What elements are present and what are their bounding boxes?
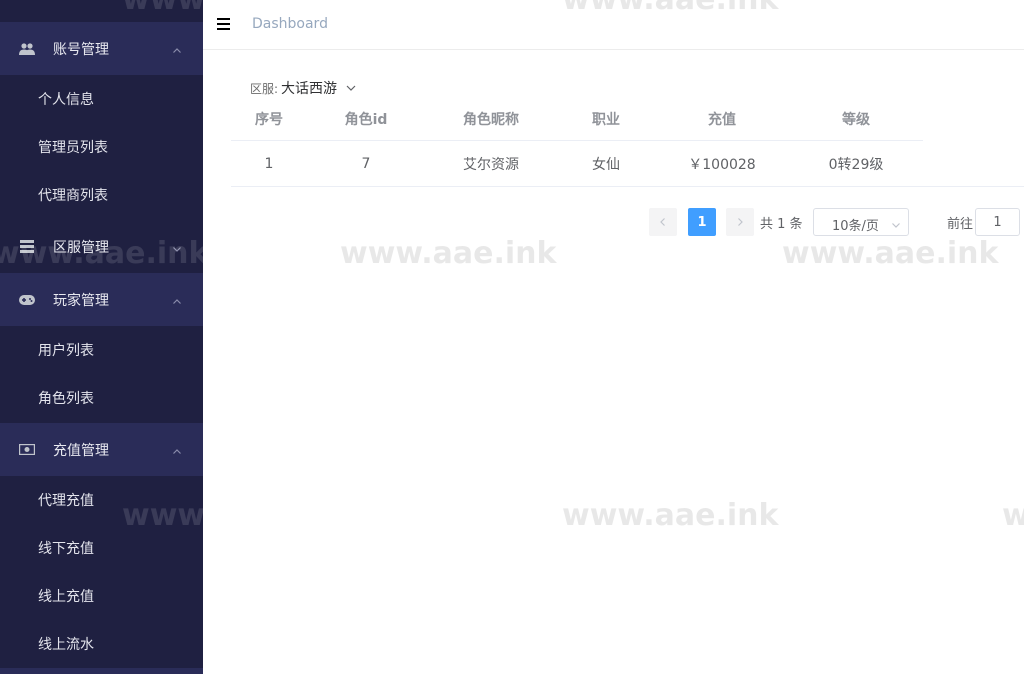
gamepad-icon [19, 293, 35, 307]
server-filter-label: 区服: [250, 81, 279, 96]
watermark: www.aae.ink [340, 236, 557, 271]
money-icon [19, 443, 35, 457]
chevron-down-icon[interactable] [345, 82, 357, 94]
menu-group-label: 区服管理 [53, 239, 109, 256]
chevron-up-icon [172, 445, 182, 455]
menu-group-label: 玩家管理 [53, 292, 109, 309]
total-count: 共 1 条 [760, 217, 803, 232]
sidebar-item-label: 线上充值 [38, 589, 94, 605]
top-header: Dashboard [203, 0, 1024, 50]
table-cell: 1 [264, 155, 274, 172]
watermark: www.aae.ink [562, 498, 779, 533]
table-cell: 艾尔资源 [463, 156, 519, 173]
sidebar-item-profile[interactable]: 个人信息 [0, 75, 203, 123]
chevron-down-icon [172, 242, 182, 252]
sidebar-item-label: 线下充值 [38, 541, 94, 557]
server-filter: 区服: 大话西游 [250, 78, 357, 98]
column-header: 角色昵称 [463, 111, 519, 128]
sidebar-item-label: 用户列表 [38, 343, 94, 359]
sidebar-item-online-flow[interactable]: 线上流水 [0, 620, 203, 668]
hamburger-icon[interactable] [217, 18, 230, 30]
sidebar-item-label: 代理商列表 [38, 188, 108, 204]
chevron-up-icon [172, 295, 182, 305]
page-size-select[interactable]: 10条/页 [813, 208, 909, 236]
table-row[interactable]: 1 7 艾尔资源 女仙 ￥100028 0转29级 [231, 141, 1024, 187]
sidebar-item-user-list[interactable]: 用户列表 [0, 326, 203, 374]
column-header: 角色id [344, 111, 388, 128]
prev-page-button[interactable] [649, 208, 677, 236]
jump-page-input[interactable] [975, 208, 1020, 236]
chevron-left-icon [660, 218, 665, 226]
menu-group-server[interactable]: 区服管理 [0, 220, 203, 273]
sidebar-item-label: 线上流水 [38, 637, 94, 653]
sidebar-item-label: 管理员列表 [38, 140, 108, 156]
sidebar: 账号管理 个人信息 管理员列表 代理商列表 区服管理 玩家管理 用户列表 角色列… [0, 0, 203, 674]
menu-group-player[interactable]: 玩家管理 [0, 273, 203, 326]
watermark: www.aae.ink [782, 236, 999, 271]
page-size-value: 10条/页 [832, 219, 879, 234]
chevron-up-icon [172, 44, 182, 54]
sidebar-item-online-recharge[interactable]: 线上充值 [0, 572, 203, 620]
table-cell: 7 [361, 155, 371, 172]
chevron-right-icon [738, 218, 743, 226]
table-cell: ￥100028 [688, 156, 756, 173]
column-header: 序号 [255, 111, 283, 128]
users-icon [19, 42, 35, 56]
sidebar-item-admin-list[interactable]: 管理员列表 [0, 123, 203, 171]
sidebar-item-agent-list[interactable]: 代理商列表 [0, 171, 203, 219]
table-header-row: 序号 角色id 角色昵称 职业 充值 等级 [231, 96, 1024, 141]
sidebar-item-role-list[interactable]: 角色列表 [0, 374, 203, 422]
sidebar-item-label: 角色列表 [38, 391, 94, 407]
watermark: www.aae.ink [1002, 498, 1024, 533]
next-page-button[interactable] [726, 208, 754, 236]
menu-group-account[interactable]: 账号管理 [0, 22, 203, 75]
table-cell: 女仙 [592, 156, 620, 173]
menu-group-label: 账号管理 [53, 41, 109, 58]
table-cell: 0转29级 [828, 156, 884, 173]
server-icon [19, 240, 35, 254]
menu-group-recharge[interactable]: 充值管理 [0, 423, 203, 476]
sidebar-item-offline-recharge[interactable]: 线下充值 [0, 524, 203, 572]
watermark: www.aae.ink [122, 0, 203, 17]
column-header: 充值 [708, 111, 736, 128]
sidebar-bottom-edge [0, 668, 203, 674]
column-header: 职业 [592, 111, 620, 128]
chevron-down-icon [891, 218, 901, 228]
page-number-button[interactable]: 1 [688, 208, 716, 236]
menu-group-label: 充值管理 [53, 442, 109, 459]
jump-label: 前往 [947, 217, 974, 232]
sidebar-item-agent-recharge[interactable]: 代理充值 [0, 476, 203, 524]
sidebar-item-label: 个人信息 [38, 92, 94, 108]
column-header: 等级 [842, 111, 870, 128]
sidebar-item-label: 代理充值 [38, 493, 94, 509]
server-select[interactable]: 大话西游 [281, 78, 337, 98]
breadcrumb[interactable]: Dashboard [252, 16, 328, 32]
